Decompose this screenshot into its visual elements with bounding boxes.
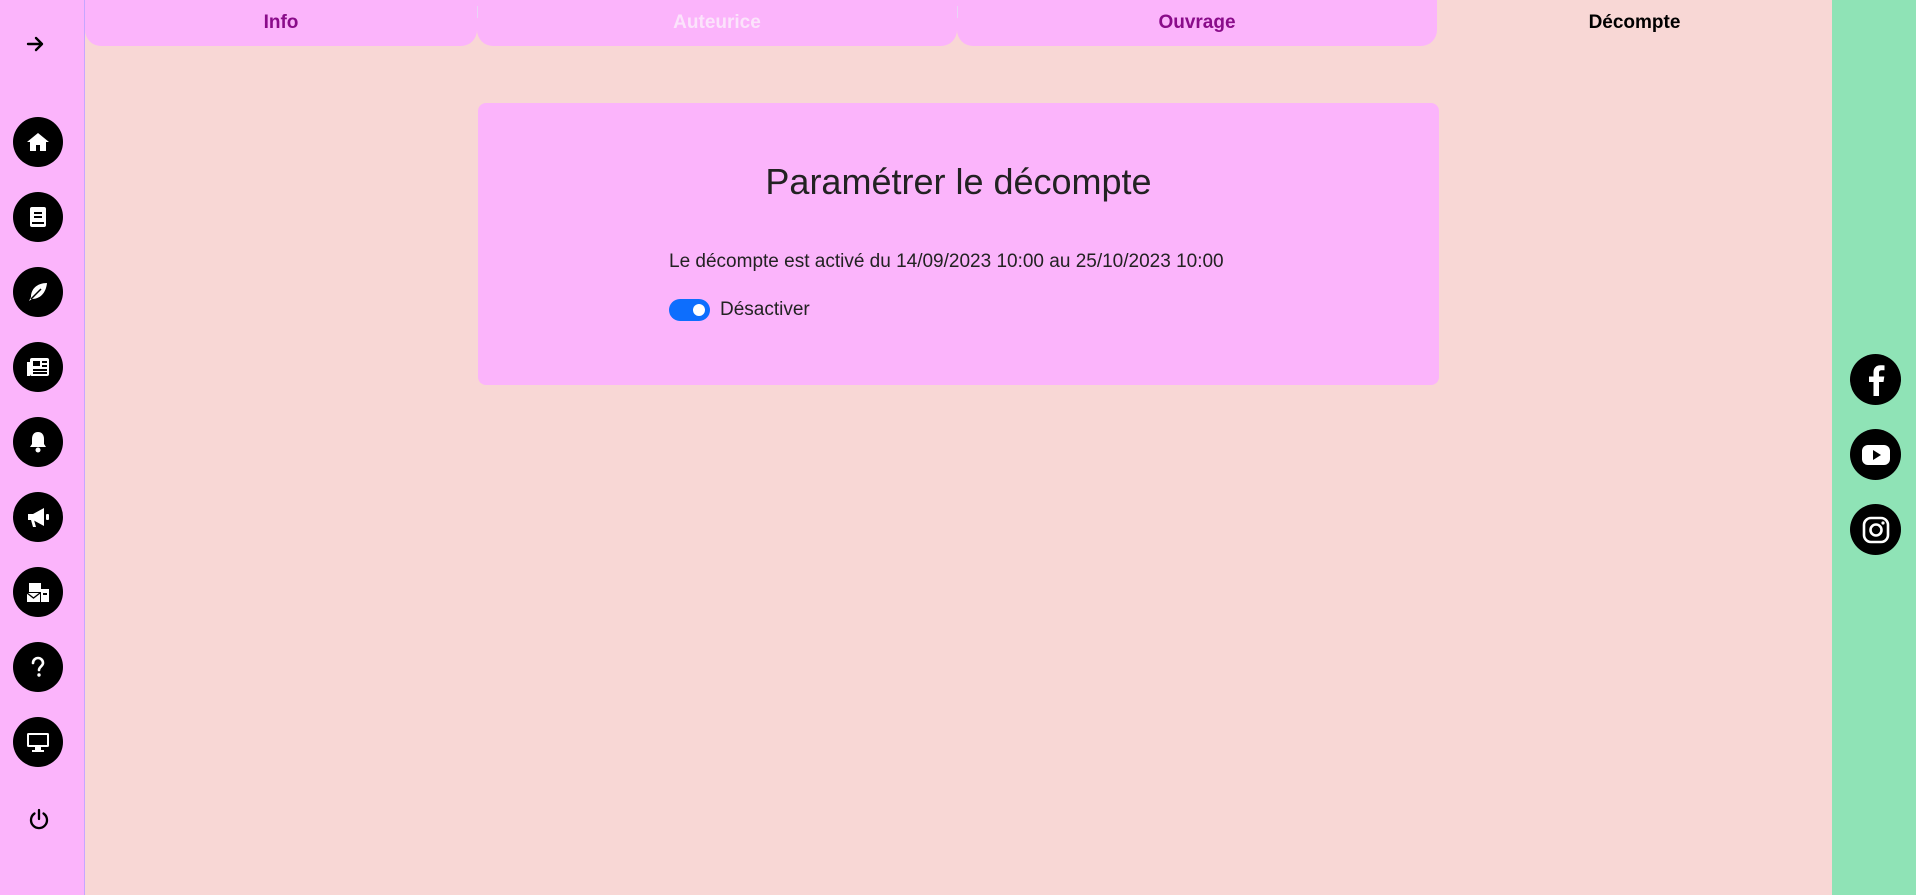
home-icon[interactable] — [13, 117, 63, 167]
countdown-settings-card: Paramétrer le décompte Le décompte est a… — [478, 103, 1439, 385]
deactivate-switch[interactable] — [669, 299, 710, 321]
feather-icon[interactable] — [13, 267, 63, 317]
megaphone-icon[interactable] — [13, 492, 63, 542]
deactivate-label[interactable]: Désactiver — [720, 299, 810, 321]
youtube-icon[interactable] — [1850, 429, 1901, 480]
tab-auteurice[interactable]: Auteurice — [477, 0, 957, 46]
arrow-right-icon[interactable] — [20, 28, 52, 60]
tab-decompte[interactable]: Décompte — [1437, 0, 1832, 46]
mail-bulk-icon[interactable] — [13, 567, 63, 617]
social-bar — [1832, 0, 1916, 895]
tab-separator — [957, 6, 958, 18]
tab-info[interactable]: Info — [85, 0, 477, 46]
question-icon[interactable] — [13, 642, 63, 692]
countdown-status-text: Le décompte est activé du 14/09/2023 10:… — [669, 251, 1224, 272]
sidebar — [0, 0, 85, 895]
tab-ouvrage[interactable]: Ouvrage — [957, 0, 1437, 46]
power-icon[interactable] — [23, 803, 55, 835]
switch-knob — [693, 304, 705, 316]
tab-separator — [477, 6, 478, 18]
tab-bar: Info Auteurice Ouvrage Décompte — [85, 0, 1832, 48]
desktop-icon[interactable] — [13, 717, 63, 767]
bell-icon[interactable] — [13, 417, 63, 467]
instagram-icon[interactable] — [1850, 504, 1901, 555]
newspaper-icon[interactable] — [13, 342, 63, 392]
deactivate-toggle-row: Désactiver — [669, 299, 810, 321]
page-title: Paramétrer le décompte — [765, 161, 1152, 202]
book-icon[interactable] — [13, 192, 63, 242]
facebook-icon[interactable] — [1850, 354, 1901, 405]
